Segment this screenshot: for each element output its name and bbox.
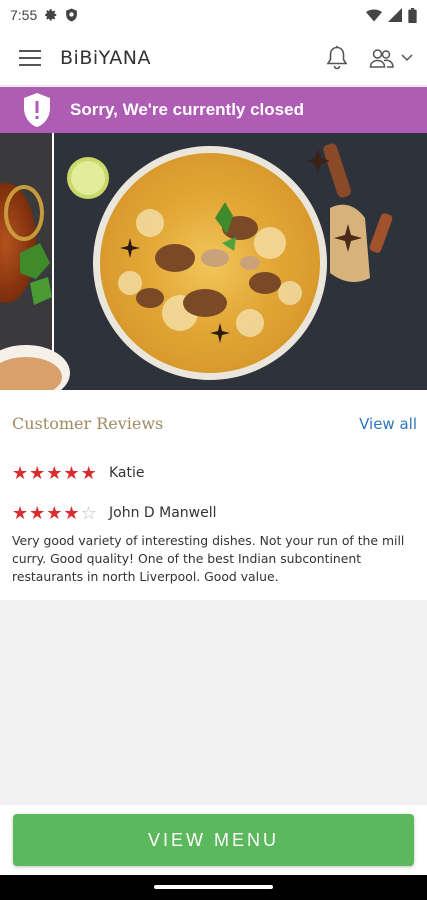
- star-icon: ☆: [80, 503, 97, 523]
- star-icon: ★: [46, 503, 63, 523]
- notifications-button[interactable]: [319, 38, 355, 78]
- star-icon: ★: [29, 503, 46, 523]
- view-menu-button[interactable]: VIEW MENU: [13, 814, 414, 866]
- home-gesture-handle[interactable]: [154, 885, 273, 889]
- brand-name: BiBiYANA: [60, 46, 151, 69]
- account-menu-button[interactable]: [369, 38, 427, 78]
- view-all-reviews-link[interactable]: View all: [359, 415, 417, 433]
- review-item: ★ ★ ★ ★ ☆ John D Manwell Very good varie…: [12, 504, 415, 586]
- star-rating: ★ ★ ★ ★ ★: [12, 464, 109, 482]
- reviews-title: Customer Reviews: [12, 414, 164, 433]
- status-bar: 7:55: [0, 0, 427, 30]
- star-icon: ★: [12, 503, 29, 523]
- hamburger-menu-icon: [19, 49, 41, 66]
- star-icon: ★: [63, 503, 80, 523]
- closed-message: Sorry, We're currently closed: [70, 100, 304, 119]
- user-group-icon: [369, 48, 394, 68]
- battery-icon: [408, 7, 417, 23]
- status-time: 7:55: [10, 7, 38, 23]
- bell-icon: [326, 45, 348, 69]
- signal-icon: [388, 8, 402, 22]
- system-nav-bar: [0, 875, 427, 900]
- settings-icon: [44, 8, 58, 22]
- star-icon: ★: [29, 463, 46, 483]
- closed-banner: Sorry, We're currently closed: [0, 87, 427, 133]
- review-text: Very good variety of interesting dishes.…: [12, 533, 405, 584]
- shield-closed-icon: [24, 93, 50, 127]
- restaurant-hero-image: [0, 133, 427, 390]
- star-rating: ★ ★ ★ ★ ☆: [12, 504, 109, 522]
- wifi-icon: [366, 9, 382, 22]
- menu-button[interactable]: [0, 30, 60, 86]
- star-icon: ★: [80, 463, 97, 483]
- star-icon: ★: [63, 463, 80, 483]
- shield-status-icon: [65, 8, 78, 22]
- star-icon: ★: [12, 463, 29, 483]
- bottom-action-bar: VIEW MENU: [0, 805, 427, 875]
- star-icon: ★: [46, 463, 63, 483]
- app-bar: BiBiYANA: [0, 30, 427, 86]
- reviewer-name: Katie: [109, 465, 145, 481]
- review-item: ★ ★ ★ ★ ★ Katie: [12, 464, 415, 482]
- reviewer-name: John D Manwell: [109, 505, 217, 521]
- chevron-down-icon: [401, 53, 413, 61]
- customer-reviews-section: Customer Reviews View all ★ ★ ★ ★ ★ Kati…: [0, 390, 427, 600]
